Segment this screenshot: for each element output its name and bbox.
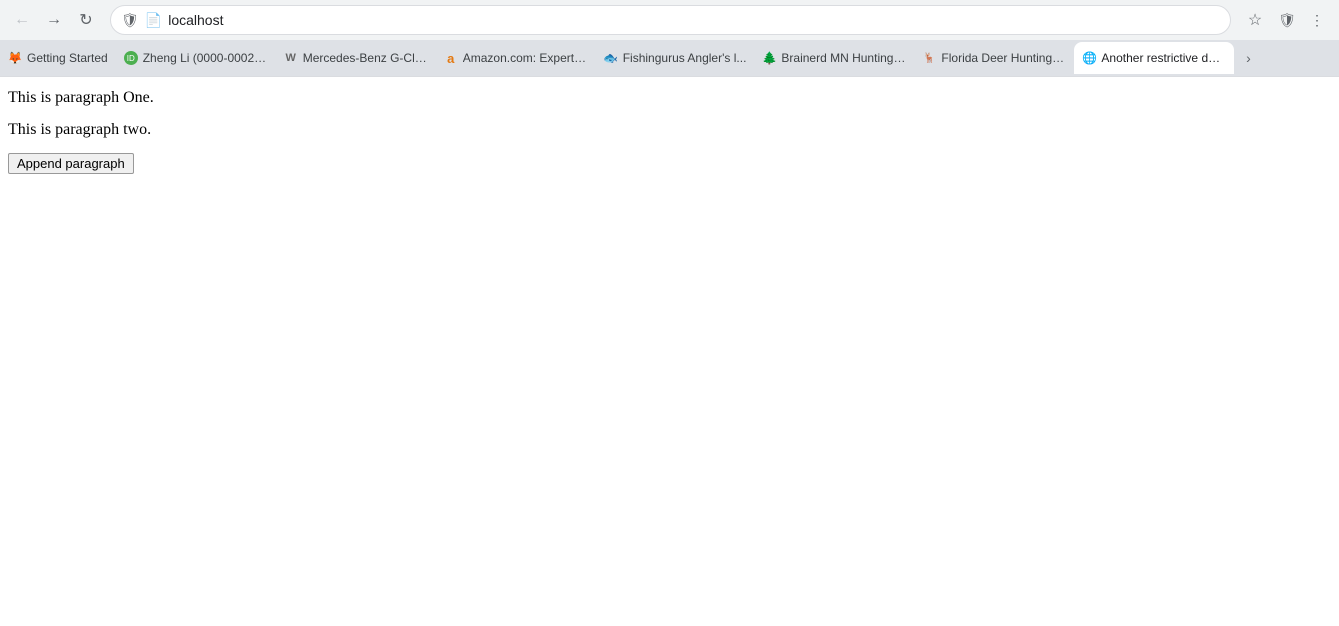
tab-favicon-amazon: a bbox=[444, 51, 458, 65]
browser-chrome: ← → ↻ 🛡 📄 ☆ 🛡 ⋮ 🦊 Getting Started ID bbox=[0, 0, 1339, 77]
tab-label-mercedes: Mercedes-Benz G-Clas... bbox=[303, 51, 428, 65]
paragraph-one: This is paragraph One. bbox=[8, 89, 1331, 107]
tab-another[interactable]: 🌐 Another restrictive dee... bbox=[1074, 42, 1234, 74]
refresh-button[interactable]: ↻ bbox=[72, 6, 100, 34]
tab-label-zheng-li: Zheng Li (0000-0002-3... bbox=[143, 51, 268, 65]
shield-icon-button[interactable]: 🛡 bbox=[1273, 6, 1301, 34]
tab-label-brainerd: Brainerd MN Hunting ... bbox=[781, 51, 906, 65]
tab-favicon-florida-deer: 🦌 bbox=[922, 51, 936, 65]
tab-florida-deer[interactable]: 🦌 Florida Deer Hunting S... bbox=[914, 42, 1074, 74]
tab-favicon-mercedes: W bbox=[284, 51, 298, 65]
tab-label-fishingurus: Fishingurus Angler's l... bbox=[623, 51, 747, 65]
address-bar-container[interactable]: 🛡 📄 bbox=[110, 5, 1231, 35]
paragraph-two: This is paragraph two. bbox=[8, 121, 1331, 139]
chevron-right-icon: › bbox=[1246, 50, 1251, 66]
tabs-bar: 🦊 Getting Started ID Zheng Li (0000-0002… bbox=[0, 40, 1339, 76]
back-button[interactable]: ← bbox=[8, 6, 36, 34]
tab-zheng-li[interactable]: ID Zheng Li (0000-0002-3... bbox=[116, 42, 276, 74]
right-icons: 🛡 ⋮ bbox=[1273, 6, 1331, 34]
forward-icon: → bbox=[46, 11, 62, 29]
tab-amazon[interactable]: a Amazon.com: ExpertP... bbox=[436, 42, 596, 74]
tab-label-getting-started: Getting Started bbox=[27, 51, 108, 65]
address-input[interactable] bbox=[168, 12, 1220, 28]
page-icon: 📄 bbox=[145, 12, 162, 29]
back-icon: ← bbox=[14, 11, 30, 29]
page-content: This is paragraph One. This is paragraph… bbox=[0, 77, 1339, 186]
tab-getting-started[interactable]: 🦊 Getting Started bbox=[0, 42, 116, 74]
nav-bar: ← → ↻ 🛡 📄 ☆ 🛡 ⋮ bbox=[0, 0, 1339, 40]
append-paragraph-button[interactable]: Append paragraph bbox=[8, 153, 134, 174]
tab-mercedes[interactable]: W Mercedes-Benz G-Clas... bbox=[276, 42, 436, 74]
security-icon: 🛡 bbox=[121, 12, 139, 29]
tab-label-amazon: Amazon.com: ExpertP... bbox=[463, 51, 588, 65]
tab-favicon-another: 🌐 bbox=[1082, 51, 1096, 65]
tab-label-florida-deer: Florida Deer Hunting S... bbox=[941, 51, 1066, 65]
menu-button[interactable]: ⋮ bbox=[1303, 6, 1331, 34]
refresh-icon: ↻ bbox=[79, 10, 92, 30]
more-tabs-button[interactable]: › bbox=[1234, 44, 1262, 72]
bookmark-star-button[interactable]: ☆ bbox=[1241, 6, 1269, 34]
forward-button[interactable]: → bbox=[40, 6, 68, 34]
tab-favicon-getting-started: 🦊 bbox=[8, 51, 22, 65]
tab-favicon-brainerd: 🌲 bbox=[762, 51, 776, 65]
tab-favicon-fishingurus: 🐟 bbox=[604, 51, 618, 65]
tab-label-another: Another restrictive dee... bbox=[1101, 51, 1226, 65]
tab-brainerd[interactable]: 🌲 Brainerd MN Hunting ... bbox=[754, 42, 914, 74]
tab-fishingurus[interactable]: 🐟 Fishingurus Angler's l... bbox=[596, 42, 755, 74]
tab-favicon-zheng-li: ID bbox=[124, 51, 138, 65]
